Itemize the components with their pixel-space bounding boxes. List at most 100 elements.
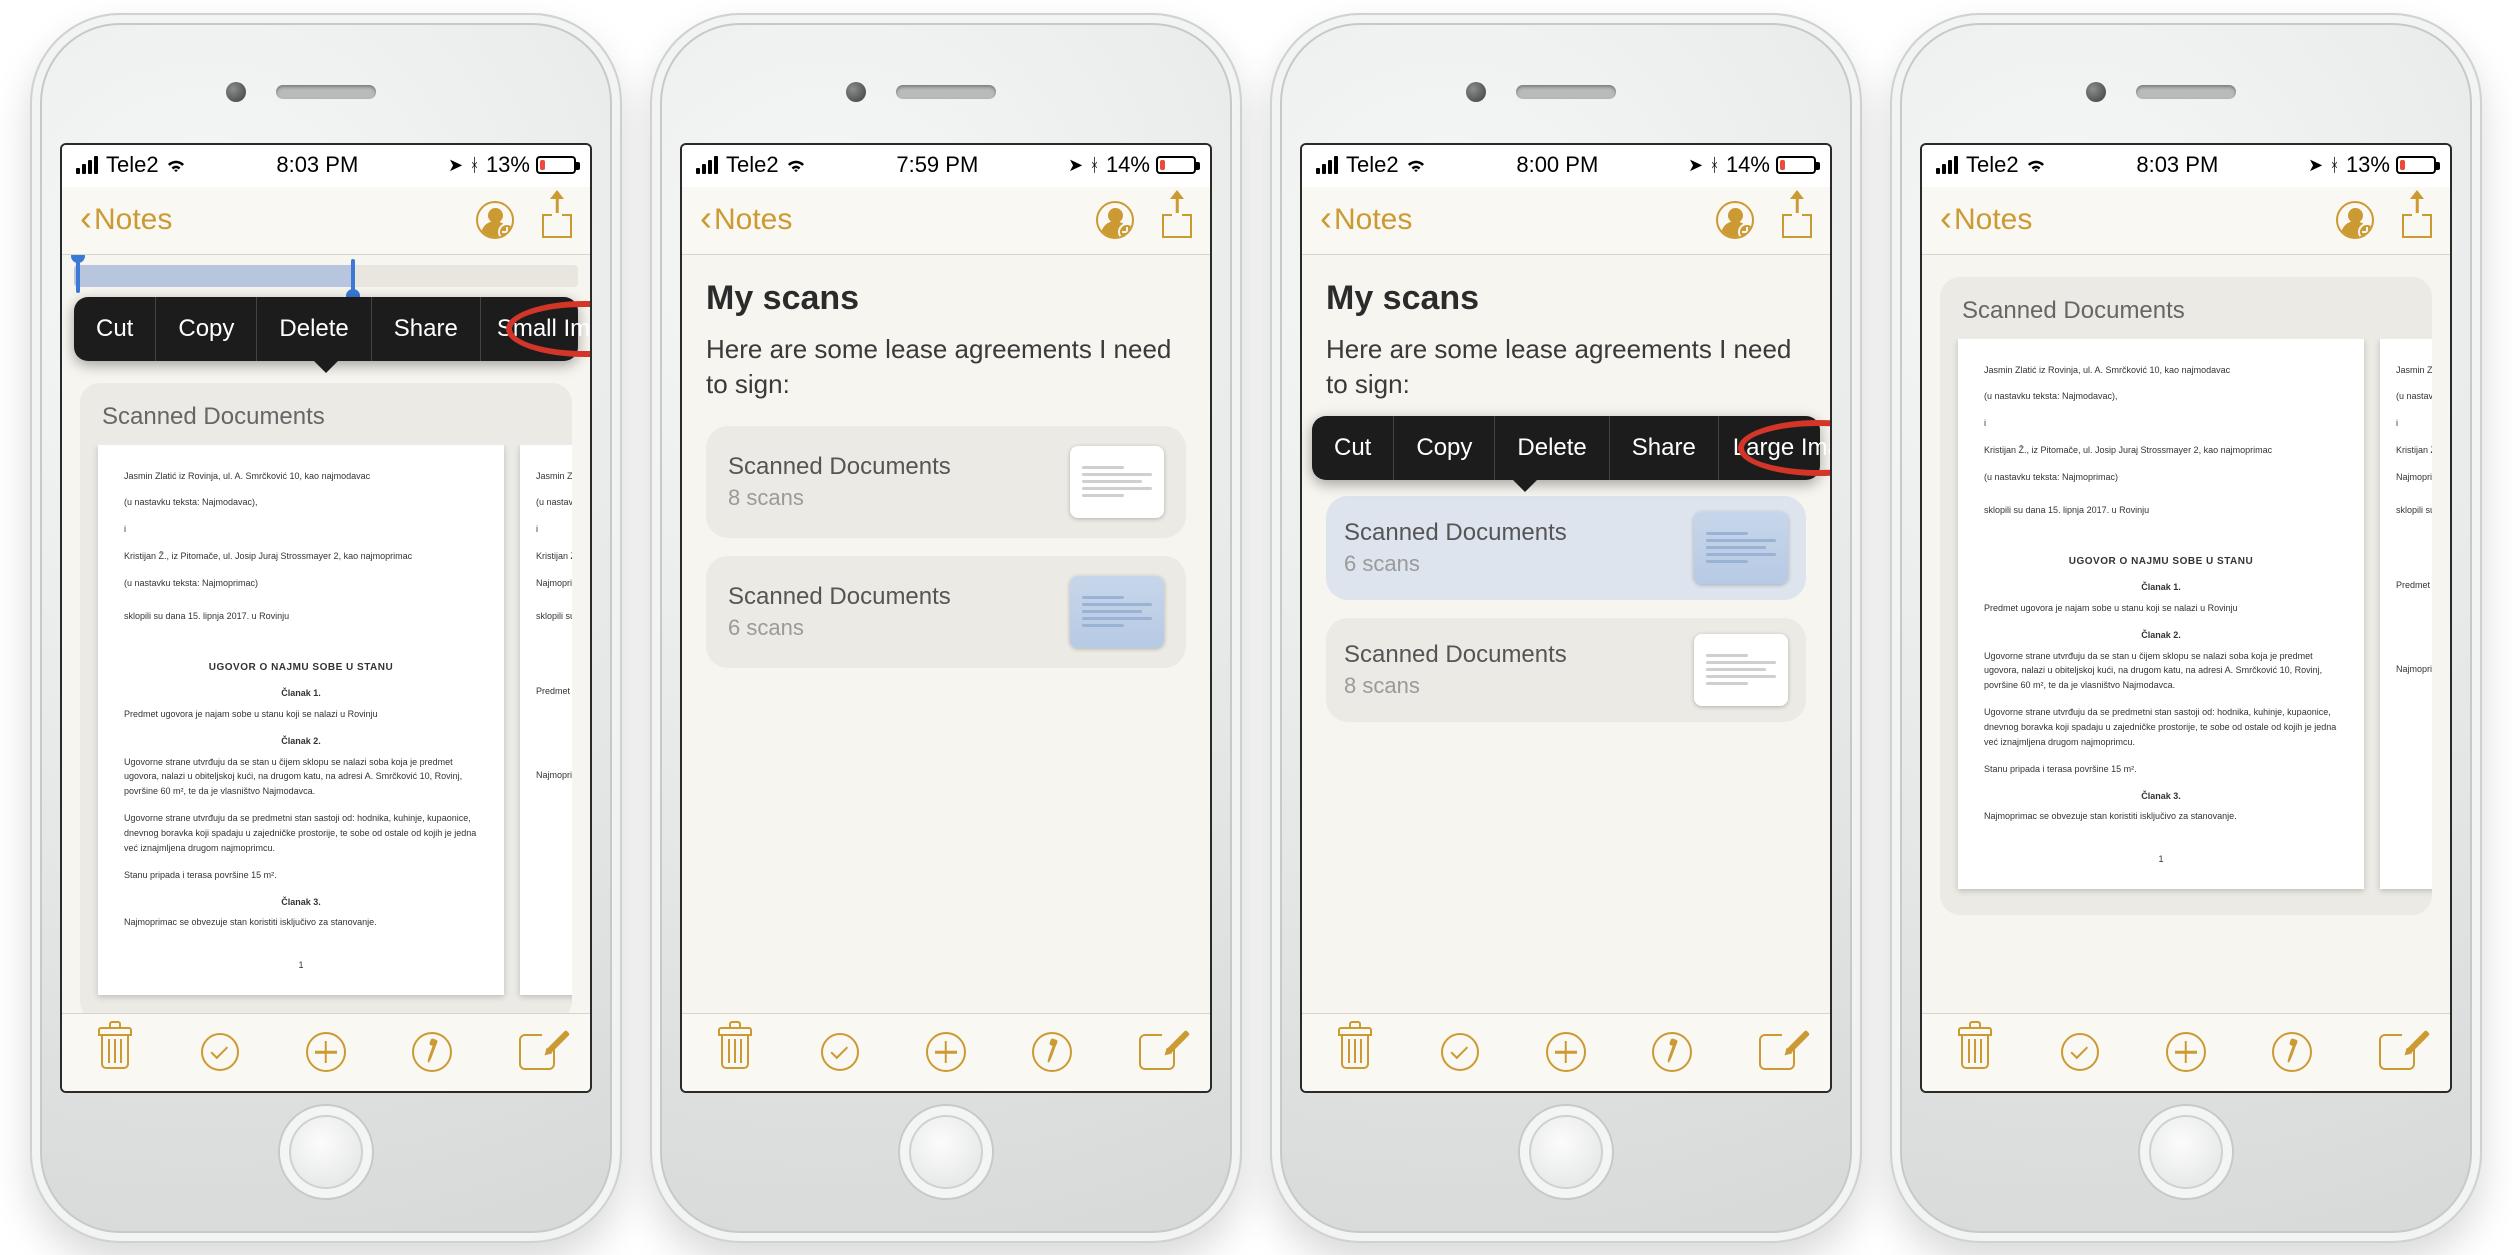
- checklist-icon: [821, 1033, 859, 1071]
- checklist-button[interactable]: [1438, 1030, 1482, 1074]
- doc-line: sklopili su dana 15. lipnja 2017. u Rovi…: [124, 609, 478, 624]
- back-button[interactable]: ‹ Notes: [1940, 203, 2032, 237]
- add-button[interactable]: [1544, 1030, 1588, 1074]
- compose-icon: [1139, 1034, 1175, 1070]
- battery-pct-label: 13%: [486, 152, 530, 178]
- context-menu-tail-icon: [312, 359, 340, 373]
- note-title[interactable]: My scans: [706, 279, 1186, 318]
- selection-handle-left[interactable]: [76, 259, 80, 293]
- doc-line: (u nastavku teksta: Najmodavac),: [1984, 389, 2338, 404]
- doc-peek-line: i: [536, 522, 572, 537]
- location-icon: ➤: [2308, 155, 2323, 176]
- add-person-icon[interactable]: [2336, 201, 2374, 239]
- home-button[interactable]: [900, 1106, 992, 1198]
- doc-peek-line: Predmet u: [536, 684, 572, 699]
- trash-button[interactable]: [713, 1030, 757, 1074]
- share-icon[interactable]: [1162, 202, 1192, 238]
- chevron-left-icon: ‹: [1320, 200, 1332, 236]
- context-menu-tail-icon: [1511, 478, 1539, 492]
- checklist-button[interactable]: [198, 1030, 242, 1074]
- compose-button[interactable]: [1135, 1030, 1179, 1074]
- checklist-button[interactable]: [818, 1030, 862, 1074]
- share-icon[interactable]: [1782, 202, 1812, 238]
- checklist-button[interactable]: [2058, 1030, 2102, 1074]
- home-button[interactable]: [280, 1106, 372, 1198]
- ctx-copy[interactable]: Copy: [1394, 416, 1495, 480]
- ctx-delete[interactable]: Delete: [257, 297, 371, 361]
- doc-para: Predmet ugovora je najam sobe u stanu ko…: [124, 707, 478, 722]
- back-button[interactable]: ‹ Notes: [80, 203, 172, 237]
- add-button[interactable]: [924, 1030, 968, 1074]
- markup-button[interactable]: [410, 1030, 454, 1074]
- nav-bar: ‹ Notes: [682, 187, 1210, 255]
- ctx-copy[interactable]: Copy: [156, 297, 257, 361]
- markup-button[interactable]: [2270, 1030, 2314, 1074]
- camera-dot: [846, 82, 866, 102]
- share-icon[interactable]: [2402, 202, 2432, 238]
- add-person-icon[interactable]: [476, 201, 514, 239]
- attachment-sub: 8 scans: [728, 485, 1052, 511]
- home-button[interactable]: [2140, 1106, 2232, 1198]
- ctx-share[interactable]: Share: [1610, 416, 1719, 480]
- status-left: Tele2: [1936, 152, 2047, 178]
- doc-para: Stanu pripada i terasa površine 15 m².: [1984, 762, 2338, 777]
- status-right: ➤ ᚼ 13%: [2308, 152, 2436, 178]
- note-body-text[interactable]: Here are some lease agreements I need to…: [706, 332, 1186, 402]
- clock-label: 7:59 PM: [896, 152, 978, 178]
- back-button[interactable]: ‹ Notes: [1320, 203, 1412, 237]
- selection-handle-right[interactable]: [351, 259, 355, 293]
- attachment-gallery[interactable]: Jasmin Zlatić iz Rovinja, ul. A. Smrčkov…: [80, 445, 572, 1013]
- ctx-delete[interactable]: Delete: [1495, 416, 1609, 480]
- attachment-card-2[interactable]: Scanned Documents 8 scans: [1326, 618, 1806, 722]
- add-button[interactable]: [304, 1030, 348, 1074]
- markup-button[interactable]: [1650, 1030, 1694, 1074]
- doc-peek-line: Predmet u: [2396, 578, 2432, 593]
- document-page-2-peek[interactable]: Jasmin Zlat (u nastavku i Kristijan Ž. N…: [520, 445, 572, 995]
- document-page-1[interactable]: Jasmin Zlatić iz Rovinja, ul. A. Smrčkov…: [1958, 339, 2364, 889]
- ctx-cut[interactable]: Cut: [1312, 416, 1394, 480]
- markup-icon: [1032, 1032, 1072, 1072]
- home-button[interactable]: [1520, 1106, 1612, 1198]
- selection-strip[interactable]: [74, 265, 578, 287]
- toolbar: [682, 1013, 1210, 1091]
- back-button[interactable]: ‹ Notes: [700, 203, 792, 237]
- add-person-icon[interactable]: [1096, 201, 1134, 239]
- note-title[interactable]: My scans: [1326, 279, 1806, 318]
- ctx-small-images[interactable]: Small Images: [481, 297, 590, 361]
- toolbar: [1302, 1013, 1830, 1091]
- trash-button[interactable]: [1333, 1030, 1377, 1074]
- compose-button[interactable]: [2375, 1030, 2419, 1074]
- attachment-header[interactable]: Scanned Documents: [80, 383, 572, 445]
- checklist-icon: [1441, 1033, 1479, 1071]
- location-icon: ➤: [1688, 155, 1703, 176]
- trash-button[interactable]: [1953, 1030, 1997, 1074]
- doc-peek-line: sklopili su: [536, 609, 572, 624]
- attachment-card-2[interactable]: Scanned Documents 6 scans: [706, 556, 1186, 668]
- ctx-large-images[interactable]: Large Images: [1719, 416, 1830, 480]
- markup-icon: [2272, 1032, 2312, 1072]
- earpiece-speaker: [1516, 85, 1616, 99]
- ctx-cut[interactable]: Cut: [74, 297, 156, 361]
- attachment-card-1[interactable]: Scanned Documents 8 scans: [706, 426, 1186, 538]
- compose-button[interactable]: [515, 1030, 559, 1074]
- doc-peek-line: i: [2396, 416, 2432, 431]
- doc-line: i: [124, 522, 478, 537]
- trash-button[interactable]: [93, 1030, 137, 1074]
- share-icon[interactable]: [542, 202, 572, 238]
- status-left: Tele2: [76, 152, 187, 178]
- add-person-icon[interactable]: [1716, 201, 1754, 239]
- attachment-card-selected[interactable]: Scanned Documents 6 scans: [1326, 496, 1806, 600]
- document-page-2-peek[interactable]: Jasmin Zlat (u nastavku i Kristijan Ž. N…: [2380, 339, 2432, 889]
- attachment-gallery[interactable]: Jasmin Zlatić iz Rovinja, ul. A. Smrčkov…: [1940, 339, 2432, 915]
- note-body-text[interactable]: Here are some lease agreements I need to…: [1326, 332, 1806, 402]
- markup-button[interactable]: [1030, 1030, 1074, 1074]
- compose-icon: [1759, 1034, 1795, 1070]
- doc-line: Kristijan Ž., iz Pitomače, ul. Josip Jur…: [1984, 443, 2338, 458]
- attachment-title: Scanned Documents: [728, 453, 1052, 481]
- attachment-sub: 8 scans: [1344, 673, 1676, 699]
- ctx-share[interactable]: Share: [372, 297, 481, 361]
- compose-button[interactable]: [1755, 1030, 1799, 1074]
- document-page-1[interactable]: Jasmin Zlatić iz Rovinja, ul. A. Smrčkov…: [98, 445, 504, 995]
- add-button[interactable]: [2164, 1030, 2208, 1074]
- attachment-header[interactable]: Scanned Documents: [1940, 277, 2432, 339]
